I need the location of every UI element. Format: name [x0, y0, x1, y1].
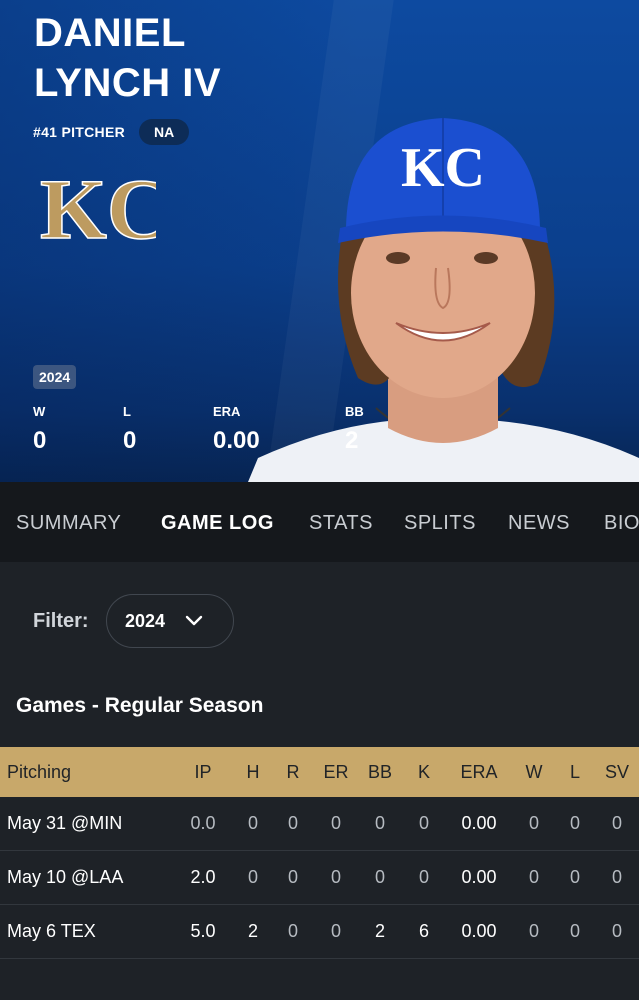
stat-value: 0	[123, 427, 137, 454]
table-row[interactable]: May 31 @MIN 0.0 0 0 0 0 0 0.00 0 0 0	[0, 797, 639, 851]
column-header: W	[513, 747, 555, 797]
table-header-row: Pitching IP H R ER BB K ERA W L SV	[0, 747, 639, 797]
stat-cell: 0.00	[445, 797, 513, 851]
stat-cell: 0	[403, 850, 445, 905]
status-badge: NA	[139, 119, 190, 145]
column-header: H	[235, 747, 271, 797]
column-header: SV	[595, 747, 639, 797]
stat-cell: 0	[235, 850, 271, 905]
team-logo: KC	[39, 160, 156, 258]
stat-cell: 5.0	[171, 904, 235, 959]
stat-value: 0	[33, 427, 47, 454]
stat-cell: 0	[357, 797, 403, 851]
player-first-name: DANIEL	[34, 11, 186, 55]
stat-label: ERA	[213, 404, 241, 419]
stat-wins: W 0	[33, 404, 46, 455]
tab-stats[interactable]: STATS	[309, 512, 373, 535]
stat-label: W	[33, 404, 46, 419]
section-title: Games - Regular Season	[16, 694, 264, 717]
stat-cell: 0	[271, 904, 315, 959]
tab-news[interactable]: NEWS	[508, 512, 570, 535]
tab-bar: SUMMARY GAME LOG STATS SPLITS NEWS BIO	[0, 482, 639, 562]
stat-cell: 0	[513, 904, 555, 959]
column-header: BB	[357, 747, 403, 797]
stat-cell: 0	[315, 797, 357, 851]
game-log-table: Pitching IP H R ER BB K ERA W L SV May 3…	[0, 747, 639, 959]
position-row: #41 PITCHER NA	[33, 119, 190, 145]
stat-cell: 0	[595, 797, 639, 851]
stat-cell: 0	[595, 904, 639, 959]
game-cell: May 31 @MIN	[0, 797, 171, 851]
stat-cell: 0.0	[171, 797, 235, 851]
filter-label: Filter:	[33, 610, 89, 632]
stat-value: 0.00	[213, 427, 260, 454]
tab-summary[interactable]: SUMMARY	[16, 512, 121, 535]
stat-cell: 0	[235, 797, 271, 851]
stat-cell: 0	[357, 850, 403, 905]
stat-cell: 2	[235, 904, 271, 959]
stat-cell: 0	[555, 797, 595, 851]
game-cell: May 6 TEX	[0, 904, 171, 959]
chevron-down-icon	[185, 615, 203, 626]
stat-cell: 0	[315, 850, 357, 905]
column-header: L	[555, 747, 595, 797]
cap-logo-text: KC	[401, 137, 485, 199]
column-header: R	[271, 747, 315, 797]
stat-cell: 0	[403, 797, 445, 851]
column-header: Pitching	[0, 747, 171, 797]
tab-splits[interactable]: SPLITS	[404, 512, 476, 535]
stat-label: L	[123, 404, 131, 419]
player-name: DANIEL LYNCH IV	[34, 8, 221, 108]
column-header: ERA	[445, 747, 513, 797]
player-position: #41 PITCHER	[33, 124, 125, 140]
stat-cell: 0	[555, 850, 595, 905]
game-cell: May 10 @LAA	[0, 850, 171, 905]
stat-cell: 6	[403, 904, 445, 959]
stat-cell: 0	[271, 797, 315, 851]
column-header: K	[403, 747, 445, 797]
tab-game-log[interactable]: GAME LOG	[161, 512, 274, 535]
team-logo-text: KC	[40, 161, 156, 257]
stat-cell: 0	[271, 850, 315, 905]
tab-bio[interactable]: BIO	[604, 512, 639, 535]
stat-cell: 0	[595, 850, 639, 905]
stat-losses: L 0	[123, 404, 136, 455]
stat-cell: 0	[315, 904, 357, 959]
season-badge: 2024	[33, 365, 77, 389]
player-photo: KC	[248, 118, 639, 482]
column-header: ER	[315, 747, 357, 797]
stat-cell: 0	[513, 850, 555, 905]
stat-value: 2	[345, 427, 359, 454]
stat-cell: 0.00	[445, 904, 513, 959]
season-filter-select[interactable]: 2024	[106, 594, 234, 648]
player-hero: DANIEL LYNCH IV #41 PITCHER NA KC KC 202…	[0, 0, 639, 482]
stat-cell: 0	[513, 797, 555, 851]
stat-cell: 2	[357, 904, 403, 959]
table-row[interactable]: May 6 TEX 5.0 2 0 0 2 6 0.00 0 0 0	[0, 904, 639, 959]
stat-label: BB	[345, 404, 364, 419]
table-row[interactable]: May 10 @LAA 2.0 0 0 0 0 0 0.00 0 0 0	[0, 850, 639, 905]
stat-cell: 2.0	[171, 850, 235, 905]
player-last-name: LYNCH IV	[34, 61, 222, 105]
stat-era: ERA 0.00	[213, 404, 260, 455]
stat-cell: 0.00	[445, 850, 513, 905]
filter-value: 2024	[125, 610, 166, 631]
stat-walks: BB 2	[345, 404, 364, 455]
column-header: IP	[171, 747, 235, 797]
stat-cell: 0	[555, 904, 595, 959]
